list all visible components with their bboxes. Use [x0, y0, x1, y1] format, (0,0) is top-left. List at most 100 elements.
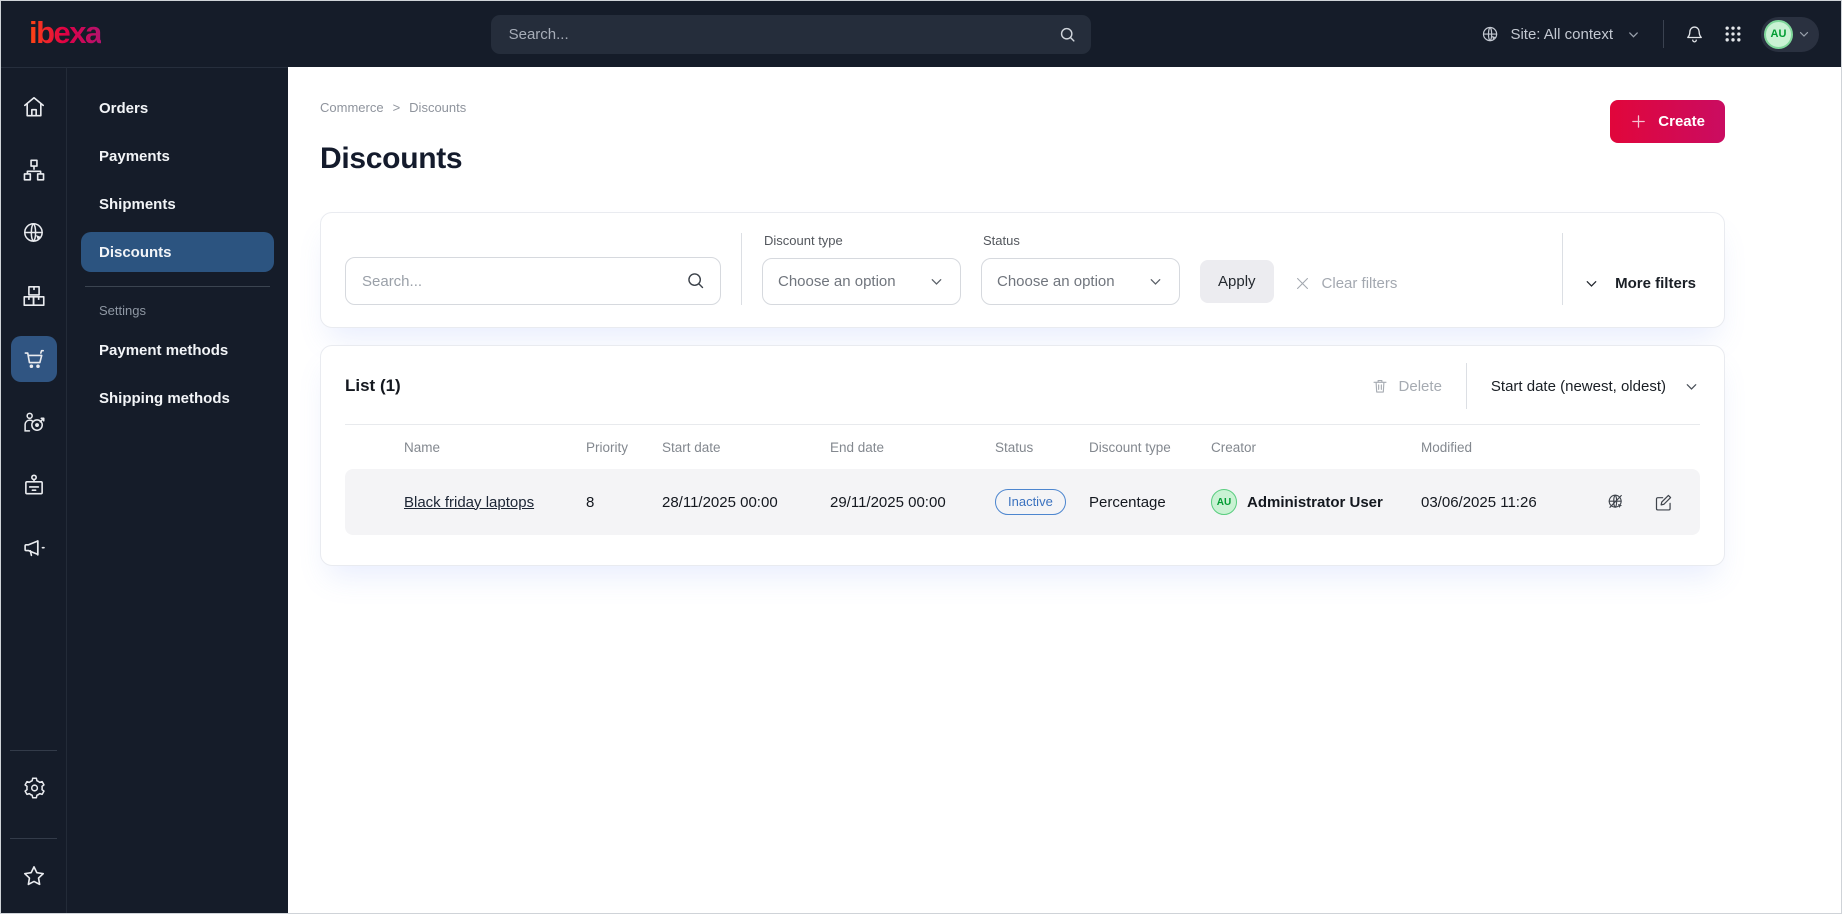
chevron-down-icon	[928, 273, 945, 290]
status-select[interactable]: Choose an option	[981, 258, 1180, 305]
filter-divider	[1562, 233, 1564, 305]
megaphone-icon	[21, 535, 47, 561]
row-actions	[1592, 492, 1700, 513]
avatar: AU	[1764, 19, 1793, 49]
menu-item-payment-methods[interactable]: Payment methods	[81, 330, 274, 370]
site-context-selector[interactable]: Site: All context	[1480, 24, 1641, 45]
chevron-down-icon	[1583, 275, 1600, 292]
filter-search	[345, 257, 721, 305]
discount-name-link[interactable]: Black friday laptops	[404, 494, 534, 511]
user-menu[interactable]: AU	[1761, 16, 1819, 52]
status-badge: Inactive	[995, 489, 1066, 515]
col-discount-type: Discount type	[1089, 439, 1171, 455]
plus-icon	[1630, 113, 1647, 130]
col-end-date: End date	[830, 439, 885, 455]
rail-item-site[interactable]	[11, 210, 57, 256]
more-filters-button[interactable]: More filters	[1583, 275, 1696, 292]
menu-item-orders[interactable]: Orders	[81, 88, 274, 128]
rail-item-marketing[interactable]	[11, 525, 57, 571]
col-status: Status	[995, 439, 1034, 455]
globe-icon	[1480, 24, 1501, 45]
menu-divider	[85, 286, 270, 287]
breadcrumb-discounts: Discounts	[409, 100, 467, 115]
notifications-button[interactable]	[1684, 24, 1705, 45]
rail-bottom	[1, 740, 66, 913]
create-button-label: Create	[1658, 113, 1705, 130]
preview-disabled-icon[interactable]	[1606, 492, 1627, 513]
sort-label: Start date (newest, oldest)	[1490, 377, 1666, 395]
menu-item-payments[interactable]: Payments	[81, 136, 274, 176]
breadcrumb: Commerce > Discounts	[320, 100, 466, 115]
page-title: Discounts	[320, 142, 463, 175]
chevron-down-icon	[1683, 378, 1700, 395]
filters-panel: Discount type Choose an option Status Ch…	[320, 212, 1725, 328]
delete-label: Delete	[1398, 377, 1442, 395]
global-search	[490, 14, 1091, 54]
rail-item-corporate[interactable]	[11, 462, 57, 508]
rail-item-bookmarks[interactable]	[11, 853, 57, 899]
app-grid-icon	[1723, 24, 1743, 44]
ibexa-logo[interactable]: ibexa	[29, 17, 102, 52]
more-filters-label: More filters	[1615, 275, 1696, 292]
menu-item-discounts[interactable]: Discounts	[81, 232, 274, 272]
table-row: Black friday laptops 8 28/11/2025 00:00 …	[345, 469, 1700, 535]
col-start-date: Start date	[662, 439, 721, 455]
breadcrumb-separator: >	[392, 100, 401, 115]
main-rail	[1, 67, 66, 913]
topbar-divider	[1663, 20, 1664, 48]
creator-name: Administrator User	[1247, 493, 1383, 511]
create-button[interactable]: Create	[1610, 100, 1725, 143]
status-value: Choose an option	[997, 273, 1115, 290]
rail-item-commerce[interactable]	[10, 336, 57, 382]
status-field: Status Choose an option	[981, 233, 1180, 305]
rail-item-products[interactable]	[11, 273, 57, 319]
gear-icon	[21, 775, 47, 801]
main-content: Commerce > Discounts Discounts Create Se…	[288, 67, 1841, 913]
row-discount-type: Percentage	[1089, 493, 1166, 511]
col-name: Name	[404, 439, 441, 455]
menu-section-label: Settings	[99, 303, 146, 318]
clear-x-icon	[1294, 275, 1311, 292]
row-start-date: 28/11/2025 00:00	[662, 493, 778, 511]
list-head-divider	[1465, 363, 1467, 409]
app-window: ibexa Site: All context	[0, 0, 1842, 914]
rail-item-home[interactable]	[11, 84, 57, 130]
discount-type-field: Discount type Choose an option	[762, 233, 961, 305]
sort-select[interactable]: Start date (newest, oldest)	[1491, 378, 1700, 395]
app-switcher-button[interactable]	[1723, 24, 1743, 44]
rail-divider	[10, 750, 57, 751]
search-icon[interactable]	[1058, 25, 1077, 44]
col-creator: Creator	[1211, 439, 1257, 455]
bell-icon	[1684, 24, 1705, 45]
discount-type-value: Choose an option	[778, 273, 896, 290]
filter-search-input[interactable]	[345, 257, 721, 305]
table-header: Name Priority Start date End date Status…	[345, 425, 1700, 469]
row-end-date: 29/11/2025 00:00	[830, 493, 946, 511]
commerce-menu: Orders Payments Shipments Discounts Sett…	[66, 67, 288, 913]
list-title: List (1)	[345, 376, 401, 395]
home-icon	[21, 94, 47, 120]
filter-divider	[741, 233, 742, 305]
discount-type-select[interactable]: Choose an option	[762, 258, 961, 305]
clear-filters-button[interactable]: Clear filters	[1294, 275, 1397, 292]
menu-item-shipping-methods[interactable]: Shipping methods	[81, 378, 274, 418]
delete-button[interactable]: Delete	[1371, 377, 1442, 395]
id-badge-icon	[21, 472, 47, 498]
menu-item-shipments[interactable]: Shipments	[81, 184, 274, 224]
search-icon[interactable]	[685, 270, 706, 291]
rail-item-content-tree[interactable]	[11, 147, 57, 193]
chevron-down-icon	[1626, 27, 1641, 42]
global-search-input[interactable]	[490, 14, 1091, 54]
rail-item-admin[interactable]	[11, 765, 57, 811]
edit-icon[interactable]	[1653, 492, 1674, 513]
breadcrumb-commerce[interactable]: Commerce	[320, 100, 384, 115]
chevron-down-icon	[1797, 27, 1811, 41]
trash-icon	[1371, 377, 1389, 395]
site-tree-icon	[21, 157, 47, 183]
apply-button[interactable]: Apply	[1200, 260, 1274, 303]
rail-item-personalization[interactable]	[11, 399, 57, 445]
boxes-icon	[21, 283, 47, 309]
star-icon	[21, 863, 47, 889]
row-modified: 03/06/2025 11:26	[1421, 493, 1537, 511]
globe-pointer-icon	[21, 220, 47, 246]
